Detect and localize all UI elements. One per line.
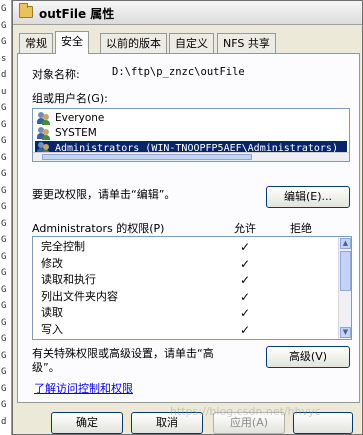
user-name: Everyone xyxy=(55,112,105,124)
title-bar[interactable]: outFile 属性 xyxy=(13,1,362,25)
vertical-scrollbar[interactable]: ▲ ▼ xyxy=(338,237,351,339)
table-row: 修改 ✓ xyxy=(33,256,339,273)
user-name: SYSTEM xyxy=(55,127,97,139)
user-group-icon xyxy=(37,112,51,125)
permissions-header: Administrators 的权限(P) 允许 拒绝 xyxy=(32,220,352,236)
allow-check-icon: ✓ xyxy=(240,289,251,304)
background-strip-letter: G xyxy=(1,37,7,47)
table-row: 列出文件夹内容 ✓ xyxy=(33,289,339,306)
tab-strip: 常规 安全 以前的版本 自定义 NFS 共享 xyxy=(17,31,362,54)
background-strip-letter: G xyxy=(1,103,7,113)
background-strip-letter: G xyxy=(1,20,7,31)
scroll-down-arrow-icon[interactable]: ▼ xyxy=(340,327,351,338)
background-strip-letter: G xyxy=(1,317,7,328)
object-name-label: 对象名称: xyxy=(32,68,80,81)
tab-general[interactable]: 常规 xyxy=(19,33,53,53)
background-strip-letter: G xyxy=(1,400,7,410)
user-group-icon xyxy=(37,127,51,140)
list-item[interactable]: Everyone xyxy=(35,111,347,126)
permissions-title: Administrators 的权限(P) xyxy=(32,222,165,235)
cancel-button[interactable]: 取消 xyxy=(131,412,203,434)
allow-check-icon: ✓ xyxy=(240,273,251,287)
tab-custom[interactable]: 自定义 xyxy=(169,33,214,53)
background-strip-letter: G xyxy=(1,334,7,344)
background-strip-letter: u xyxy=(1,86,7,97)
table-row: 完全控制 ✓ xyxy=(33,239,339,256)
permission-name: 修改 xyxy=(41,256,63,270)
background-strip-letter: G xyxy=(1,235,7,245)
help-button[interactable] xyxy=(293,412,353,434)
background-strip-letter: d xyxy=(1,416,7,427)
permission-name: 写入 xyxy=(41,322,63,336)
deny-column-header: 拒绝 xyxy=(290,222,312,235)
learn-access-control-link[interactable]: 了解访问控制和权限 xyxy=(34,380,133,396)
allow-check-icon: ✓ xyxy=(240,256,251,271)
change-permissions-hint: 要更改权限，请单击“编辑”。 xyxy=(32,188,176,201)
scroll-up-arrow-icon[interactable]: ▲ xyxy=(340,238,351,249)
tab-security[interactable]: 安全 xyxy=(55,31,89,54)
background-strip-letter: G xyxy=(1,169,7,179)
special-permissions-hint-line2: 级”。 xyxy=(32,361,60,374)
allow-check-icon: ✓ xyxy=(240,240,251,254)
background-strip-letter: G xyxy=(1,202,7,212)
permission-name: 读取 xyxy=(41,306,63,319)
background-strip-letter: G xyxy=(1,284,7,295)
background-strip-letter: G xyxy=(1,367,7,377)
allow-column-header: 允许 xyxy=(234,222,256,235)
table-row: 读取 ✓ xyxy=(33,305,339,322)
table-row: 读取和执行 ✓ xyxy=(33,272,339,289)
background-strip-letter: G xyxy=(1,301,7,311)
background-window-strip: GGGsduGGGGGGGGGGGGGGGGGGGd xyxy=(0,0,12,435)
permissions-list[interactable]: 完全控制 ✓ 修改 ✓ 读取和执行 ✓ 列出文件夹内容 ✓ 读取 ✓ 写入 ✓ … xyxy=(32,236,352,340)
table-row: 写入 ✓ xyxy=(33,322,339,339)
window-title: outFile 属性 xyxy=(39,7,115,21)
allow-check-icon: ✓ xyxy=(240,306,251,320)
permission-name: 读取和执行 xyxy=(41,273,96,286)
allow-check-icon: ✓ xyxy=(240,322,251,337)
background-strip-letter: G xyxy=(1,119,7,130)
permission-name: 完全控制 xyxy=(41,240,85,253)
group-user-list[interactable]: Everyone SYSTEM Administrators (WIN-TNOO… xyxy=(32,108,350,162)
folder-icon xyxy=(19,3,33,18)
horizontal-scrollbar[interactable] xyxy=(33,152,349,161)
object-name-value: D:\ftp\p_znzc\outFile xyxy=(112,66,245,78)
tab-nfs-sharing[interactable]: NFS 共享 xyxy=(217,33,276,53)
background-strip-letter: s xyxy=(1,53,7,64)
background-strip-letter: G xyxy=(1,350,7,361)
list-item[interactable]: SYSTEM xyxy=(35,126,347,141)
scrollbar-thumb[interactable] xyxy=(340,251,351,291)
background-strip-letter: d xyxy=(1,70,7,80)
security-tab-panel: 对象名称: D:\ftp\p_znzc\outFile 组或用户名(G): Ev… xyxy=(17,53,360,403)
apply-button[interactable]: 应用(A) xyxy=(213,412,285,434)
properties-dialog: outFile 属性 常规 安全 以前的版本 自定义 NFS 共享 对象名称: … xyxy=(12,0,363,435)
tab-previous-versions[interactable]: 以前的版本 xyxy=(100,33,167,53)
background-strip-letter: G xyxy=(1,152,7,163)
background-strip-letter: G xyxy=(1,268,7,278)
ok-button[interactable]: 确定 xyxy=(51,412,123,434)
permission-name: 列出文件夹内容 xyxy=(41,289,118,303)
edit-button[interactable]: 编辑(E)... xyxy=(266,186,350,208)
background-strip-letter: G xyxy=(1,383,7,394)
background-strip-letter: G xyxy=(1,251,7,262)
background-strip-letter: G xyxy=(1,136,7,146)
background-strip-letter: G xyxy=(1,4,7,14)
advanced-button[interactable]: 高级(V) xyxy=(266,346,350,368)
background-strip-letter: G xyxy=(1,185,7,196)
background-strip-letter: G xyxy=(1,218,7,229)
scrollbar-thumb[interactable] xyxy=(42,154,252,160)
group-or-user-label: 组或用户名(G): xyxy=(32,92,108,105)
